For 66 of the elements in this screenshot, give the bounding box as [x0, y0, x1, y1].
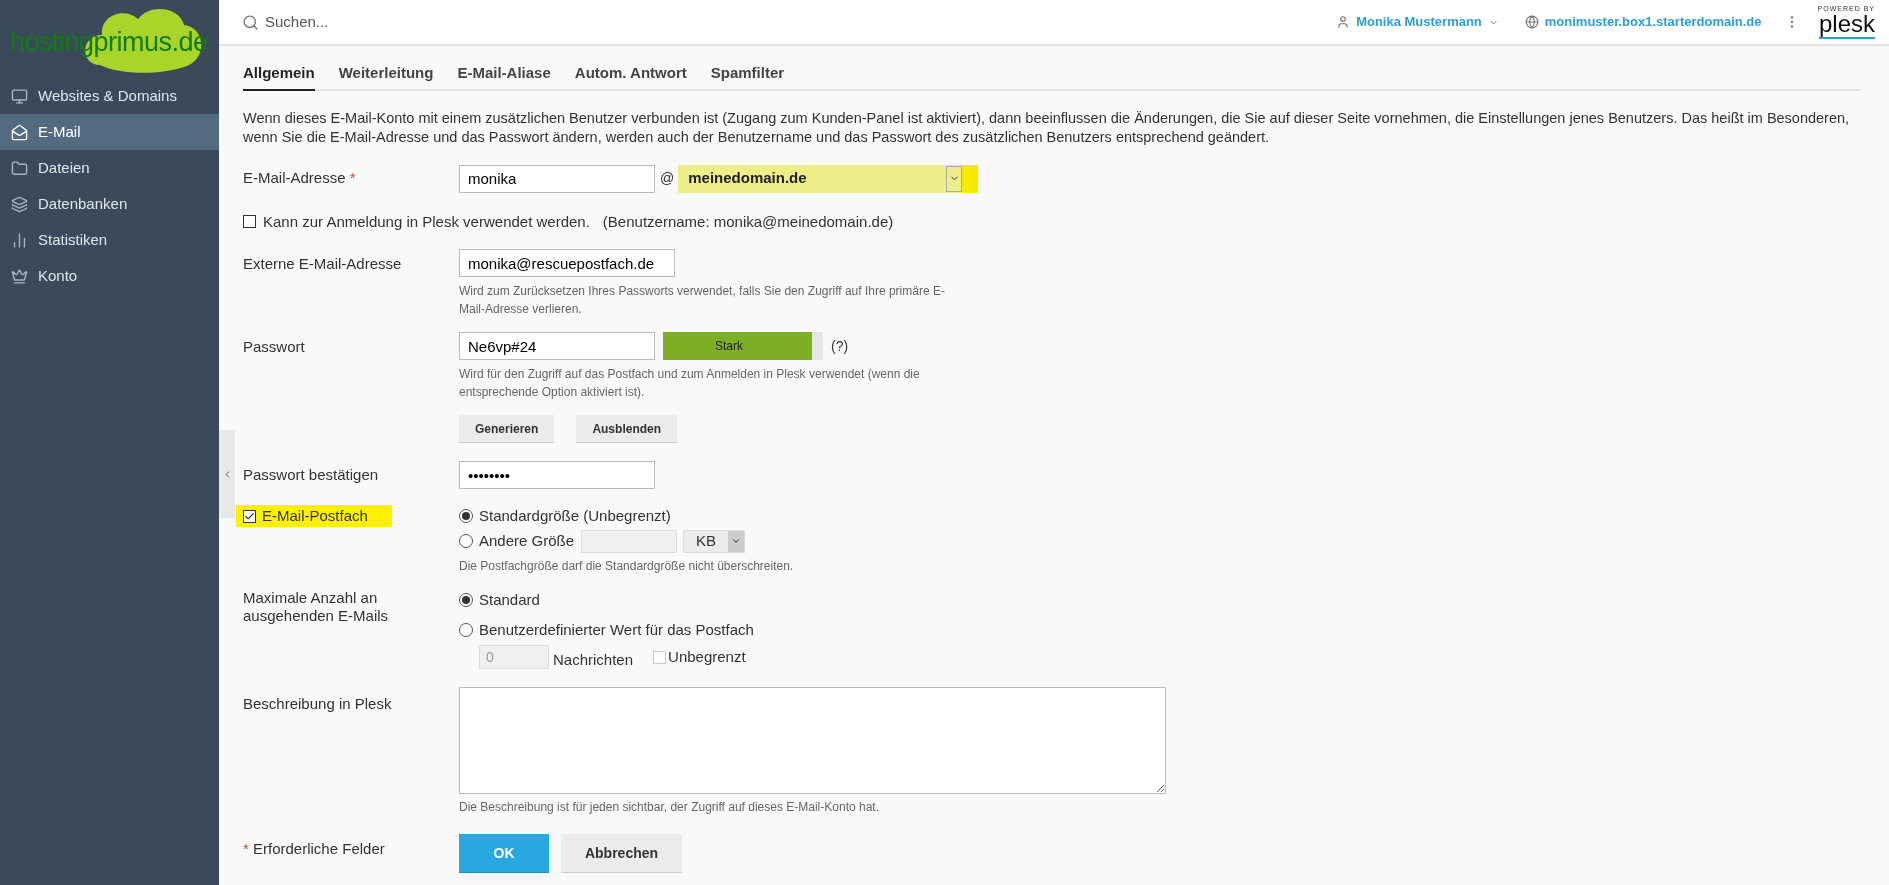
size-field[interactable]	[581, 529, 678, 553]
layers-icon	[11, 195, 28, 213]
password-action-button[interactable]: Generieren	[459, 415, 555, 443]
field-hint: Die Postfachgröße darf die Standardgröße nicht überschreiten.	[459, 557, 794, 575]
description-field[interactable]	[459, 687, 1166, 794]
tab[interactable]: Allgemein	[243, 62, 315, 91]
at-sign: @	[660, 169, 675, 188]
required-note: Erforderliche Felder	[253, 840, 385, 857]
checkbox-label: E-Mail-Postfach	[262, 505, 368, 526]
folder-icon	[11, 159, 28, 177]
field-hint: Wird für den Zugriff auf das Postfach und zum Anmelden in Plesk verwendet (wenn die entsprechende Option aktiviert ist).	[459, 366, 921, 401]
unit-label: Nachrichten	[553, 649, 634, 670]
radio-label: Benutzerdefinierter Wert für das Postfach	[479, 620, 754, 640]
monitor-icon	[11, 87, 28, 105]
intro-paragraph: Wenn dieses E-Mail-Konto mit einem zusätzlichen Benutzer verbunden ist (Zugang zum Kunden-Panel ist aktiviert), dann beeinflussen die Änderungen, die Sie auf dieser Seite vornehmen, die Einstellungen jenes Benutzers. Das heißt im Besonderen, wenn Sie die E-Mail-Adresse und das Passwort ändern, werden auch der Benutzername und das Passwort des zusätzlichen Benutzers entsprechend geändert.	[243, 108, 1851, 147]
radio-label: Andere Größe	[479, 530, 575, 551]
password-action-button[interactable]: Ausblenden	[576, 415, 678, 443]
checkbox-label: Kann zur Anmeldung in Plesk verwendet werden.	[263, 211, 590, 232]
strength-label: Stark	[715, 338, 743, 355]
field-label: Beschreibung in Plesk	[243, 695, 392, 712]
external-email-field[interactable]: monika@rescuepostfach.de	[459, 249, 675, 277]
required-mark: *	[243, 840, 249, 857]
field-hint: Die Beschreibung ist für jeden sichtbar, der Zugriff auf dieses E-Mail-Konto hat.	[459, 799, 880, 816]
checkbox-label: Unbegrenzt	[668, 647, 746, 667]
radio-button[interactable]	[459, 534, 473, 548]
field-label: E-Mail-Adresse	[243, 169, 346, 187]
confirm-password-field[interactable]: ••••••••	[459, 461, 655, 489]
tab[interactable]: Weiterleitung	[338, 62, 434, 91]
sidebar-item[interactable]: Dateien	[0, 150, 219, 186]
sidebar-item[interactable]: Websites & Domains	[0, 78, 219, 114]
radio-button[interactable]	[459, 623, 473, 638]
radio-button[interactable]	[459, 509, 473, 524]
domain-select[interactable]: meinedomain.de	[678, 164, 979, 193]
bar-chart-icon	[11, 231, 28, 249]
user-icon	[1336, 15, 1351, 29]
field-label: Maximale Anzahl an ausgehenden E-Mails	[243, 588, 390, 625]
search-icon	[242, 13, 259, 31]
crown-icon	[11, 267, 28, 285]
checkbox[interactable]	[243, 509, 256, 523]
password-field[interactable]: Ne6vp#24	[459, 332, 655, 360]
search-field[interactable]: Suchen...	[265, 10, 565, 34]
username-note: (Benutzername: monika@meinedomain.de)	[602, 211, 894, 232]
sidebar-item[interactable]: E-Mail	[0, 114, 219, 150]
tab[interactable]: E-Mail-Aliase	[457, 62, 551, 91]
globe-icon	[1524, 15, 1539, 29]
brand-logo-text: plesk	[1818, 12, 1875, 39]
cancel-button[interactable]: Abbrechen	[561, 834, 682, 873]
unit-select[interactable]: KB	[683, 529, 746, 553]
radio-button[interactable]	[459, 592, 473, 607]
tab[interactable]: Autom. Antwort	[574, 62, 687, 91]
chevron-down-icon	[731, 536, 742, 546]
checkbox[interactable]	[243, 215, 256, 229]
email-local-field[interactable]: monika	[459, 164, 655, 193]
field-hint: Wird zum Zurücksetzen Ihres Passworts verwendet, falls Sie den Zugriff auf Ihre primäre E-Mail-Adresse verlieren.	[459, 283, 946, 318]
help-link[interactable]: (?)	[831, 335, 849, 357]
field-label: Passwort bestätigen	[243, 465, 379, 483]
radio-label: Standard	[479, 589, 540, 610]
radio-label: Standardgröße (Unbegrenzt)	[479, 506, 671, 526]
sidebar-item[interactable]: Konto	[0, 258, 219, 294]
field-label: Passwort	[243, 338, 305, 355]
envelope-icon	[11, 123, 28, 141]
field-label: Externe E-Mail-Adresse	[243, 255, 402, 272]
sidebar-item[interactable]: Datenbanken	[0, 186, 219, 222]
tab[interactable]: Spamfilter	[710, 62, 785, 91]
sidebar-item[interactable]: Statistiken	[0, 222, 219, 258]
required-mark: *	[349, 169, 356, 187]
